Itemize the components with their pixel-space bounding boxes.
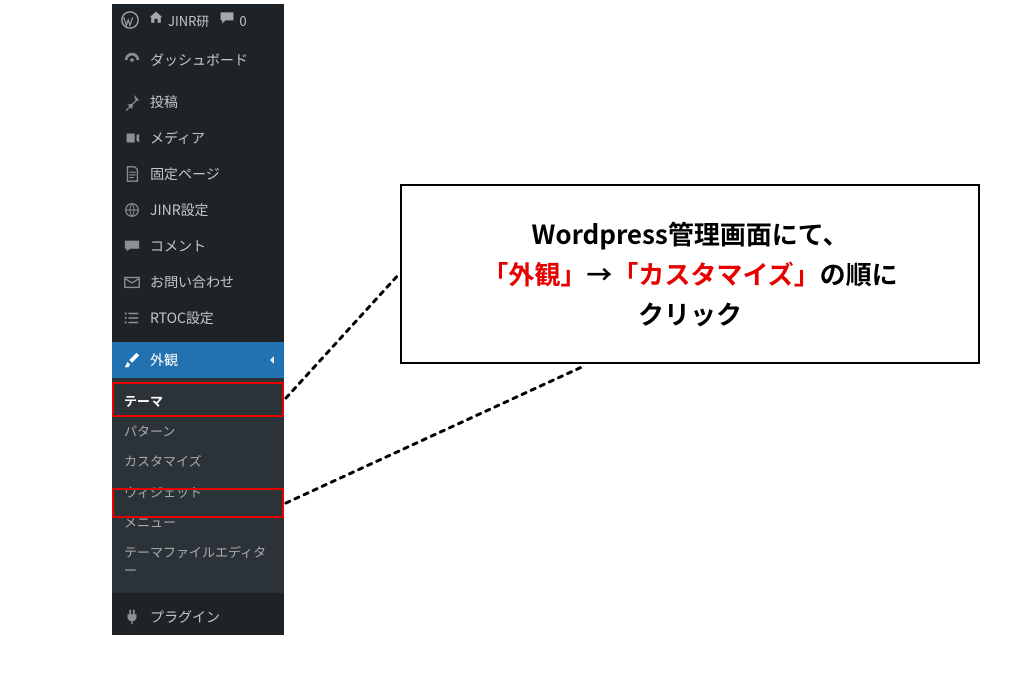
sidebar-item-plugins[interactable]: プラグイン — [112, 599, 284, 635]
sidebar-item-label: JINR設定 — [150, 200, 209, 220]
mail-icon — [122, 272, 142, 292]
brush-icon — [122, 350, 142, 370]
instruction-callout: Wordpress管理画面にて、 「外観」→「カスタマイズ」の順に クリック — [400, 184, 980, 364]
page-icon — [122, 164, 142, 184]
admin-sidebar: ダッシュボード 投稿 メディア 固定ページ JINR設定 コメント — [112, 36, 284, 635]
callout-text: Wordpress管理画面にて、 「外観」→「カスタマイズ」の順に クリック — [482, 214, 897, 335]
media-icon — [122, 128, 142, 148]
sidebar-item-label: 投稿 — [150, 92, 178, 112]
sidebar-item-label: コメント — [150, 236, 206, 256]
sidebar-item-label: RTOC設定 — [150, 308, 214, 328]
sidebar-item-comments[interactable]: コメント — [112, 228, 284, 264]
sidebar-item-appearance[interactable]: 外観 — [112, 342, 284, 378]
sidebar-item-label: お問い合わせ — [150, 272, 234, 292]
dashboard-icon — [122, 50, 142, 70]
admin-bar: JINR研 0 — [112, 4, 284, 36]
site-name[interactable]: JINR研 — [168, 11, 209, 30]
sidebar-item-posts[interactable]: 投稿 — [112, 84, 284, 120]
jinr-icon — [122, 200, 142, 220]
callout-line1: Wordpress管理画面にて、 — [532, 215, 849, 252]
sidebar-item-rtoc[interactable]: RTOC設定 — [112, 300, 284, 336]
sidebar-item-pages[interactable]: 固定ページ — [112, 156, 284, 192]
pin-icon — [122, 92, 142, 112]
sidebar-item-jinr[interactable]: JINR設定 — [112, 192, 284, 228]
sidebar-item-label: 外観 — [150, 350, 178, 370]
comment-count: 0 — [239, 11, 246, 30]
callout-line3: クリック — [638, 295, 742, 332]
sidebar-item-label: プラグイン — [150, 607, 220, 627]
sidebar-item-label: ダッシュボード — [150, 50, 248, 70]
home-icon[interactable] — [148, 10, 164, 30]
submenu-item-menu[interactable]: メニュー — [112, 507, 284, 537]
submenu-item-patterns[interactable]: パターン — [112, 416, 284, 446]
sidebar-item-dashboard[interactable]: ダッシュボード — [112, 42, 284, 78]
submenu-item-widgets[interactable]: ウィジェット — [112, 477, 284, 507]
submenu-item-customize[interactable]: カスタマイズ — [112, 446, 284, 476]
list-icon — [122, 308, 142, 328]
sidebar-item-contact[interactable]: お問い合わせ — [112, 264, 284, 300]
submenu-item-editor[interactable]: テーマファイルエディター — [112, 537, 284, 585]
plugin-icon — [122, 607, 142, 627]
appearance-submenu: テーマ パターン カスタマイズ ウィジェット メニュー テーマファイルエディター — [112, 378, 284, 593]
callout-arrow: → — [586, 255, 612, 292]
submenu-item-themes[interactable]: テーマ — [112, 386, 284, 416]
sidebar-item-media[interactable]: メディア — [112, 120, 284, 156]
wordpress-logo-icon[interactable] — [120, 10, 140, 30]
callout-customize-word: 「カスタマイズ」 — [612, 255, 819, 292]
callout-line2-tail: の順に — [820, 255, 898, 292]
comments-icon — [122, 236, 142, 256]
comment-icon[interactable] — [219, 10, 235, 30]
sidebar-item-label: メディア — [150, 128, 205, 148]
callout-appearance-word: 「外観」 — [482, 255, 586, 292]
sidebar-item-label: 固定ページ — [150, 164, 220, 184]
